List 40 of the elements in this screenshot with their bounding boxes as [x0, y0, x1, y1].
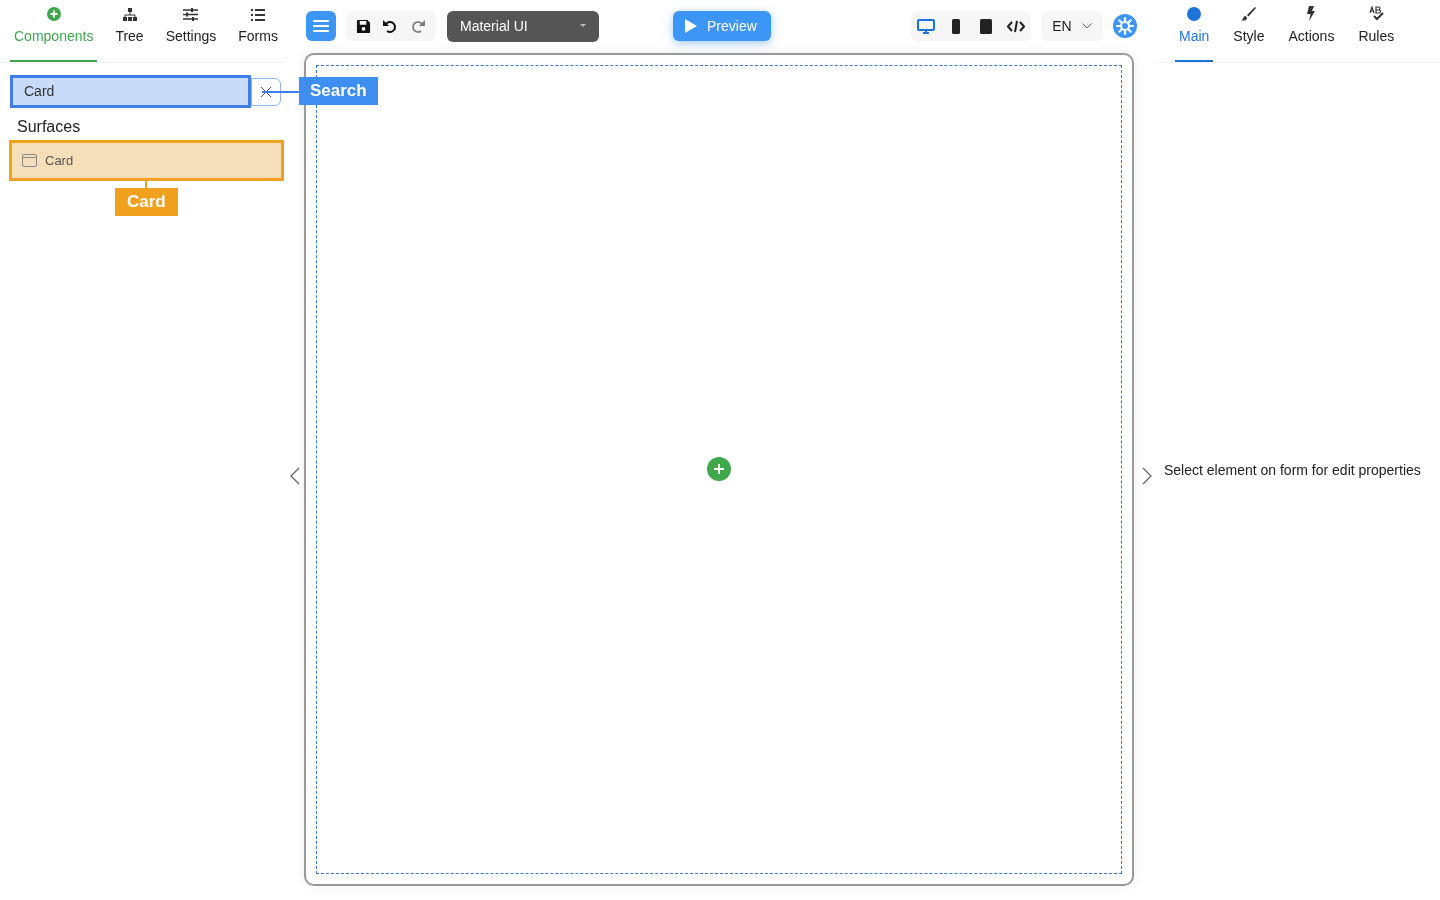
tablet-icon[interactable] [977, 17, 995, 35]
component-item[interactable]: Card [9, 140, 284, 181]
settings-icon[interactable] [1113, 14, 1137, 38]
collapse-right-icon[interactable] [1142, 467, 1152, 485]
card-callout: Card [115, 188, 178, 216]
language-select[interactable]: EN [1041, 11, 1103, 41]
framework-select[interactable]: Material UI [447, 10, 599, 42]
play-icon [685, 19, 697, 33]
panel-tab[interactable]: Rules [1354, 6, 1399, 62]
properties-hint: Select element on form for edit properties [1164, 461, 1421, 480]
spellcheck-icon [1368, 6, 1384, 21]
sliders-icon [183, 8, 199, 21]
panel-tab[interactable]: Main [1175, 7, 1214, 62]
search-field[interactable]: Card [10, 75, 251, 108]
card-icon [22, 154, 37, 167]
circle-icon [1187, 7, 1202, 21]
list-icon [251, 9, 266, 21]
panel-tab[interactable]: Style [1229, 7, 1269, 62]
group-title: Surfaces [17, 117, 82, 137]
collapse-left-icon[interactable] [290, 467, 300, 485]
search-callout: Search [299, 77, 378, 105]
undo-icon[interactable] [382, 18, 399, 34]
leader-line [262, 91, 300, 93]
monitor-icon[interactable] [917, 17, 935, 35]
close-icon [260, 85, 272, 98]
menu-icon [313, 19, 329, 33]
caret-icon [580, 24, 586, 28]
panel-tab[interactable]: Tree [111, 8, 148, 62]
redo-icon[interactable] [410, 18, 427, 34]
chevron-down-icon [1081, 23, 1092, 29]
panel-tab[interactable]: Forms [234, 9, 282, 62]
add-icon [46, 7, 61, 21]
hierarchy-icon [122, 8, 137, 21]
brush-icon [1241, 7, 1257, 21]
lightning-icon [1306, 6, 1317, 21]
panel-tab[interactable]: Actions [1284, 6, 1339, 62]
save-icon[interactable] [355, 18, 371, 34]
panel-tab[interactable]: Settings [161, 8, 221, 62]
add-icon[interactable] [707, 457, 731, 481]
menu-button[interactable] [306, 11, 336, 41]
